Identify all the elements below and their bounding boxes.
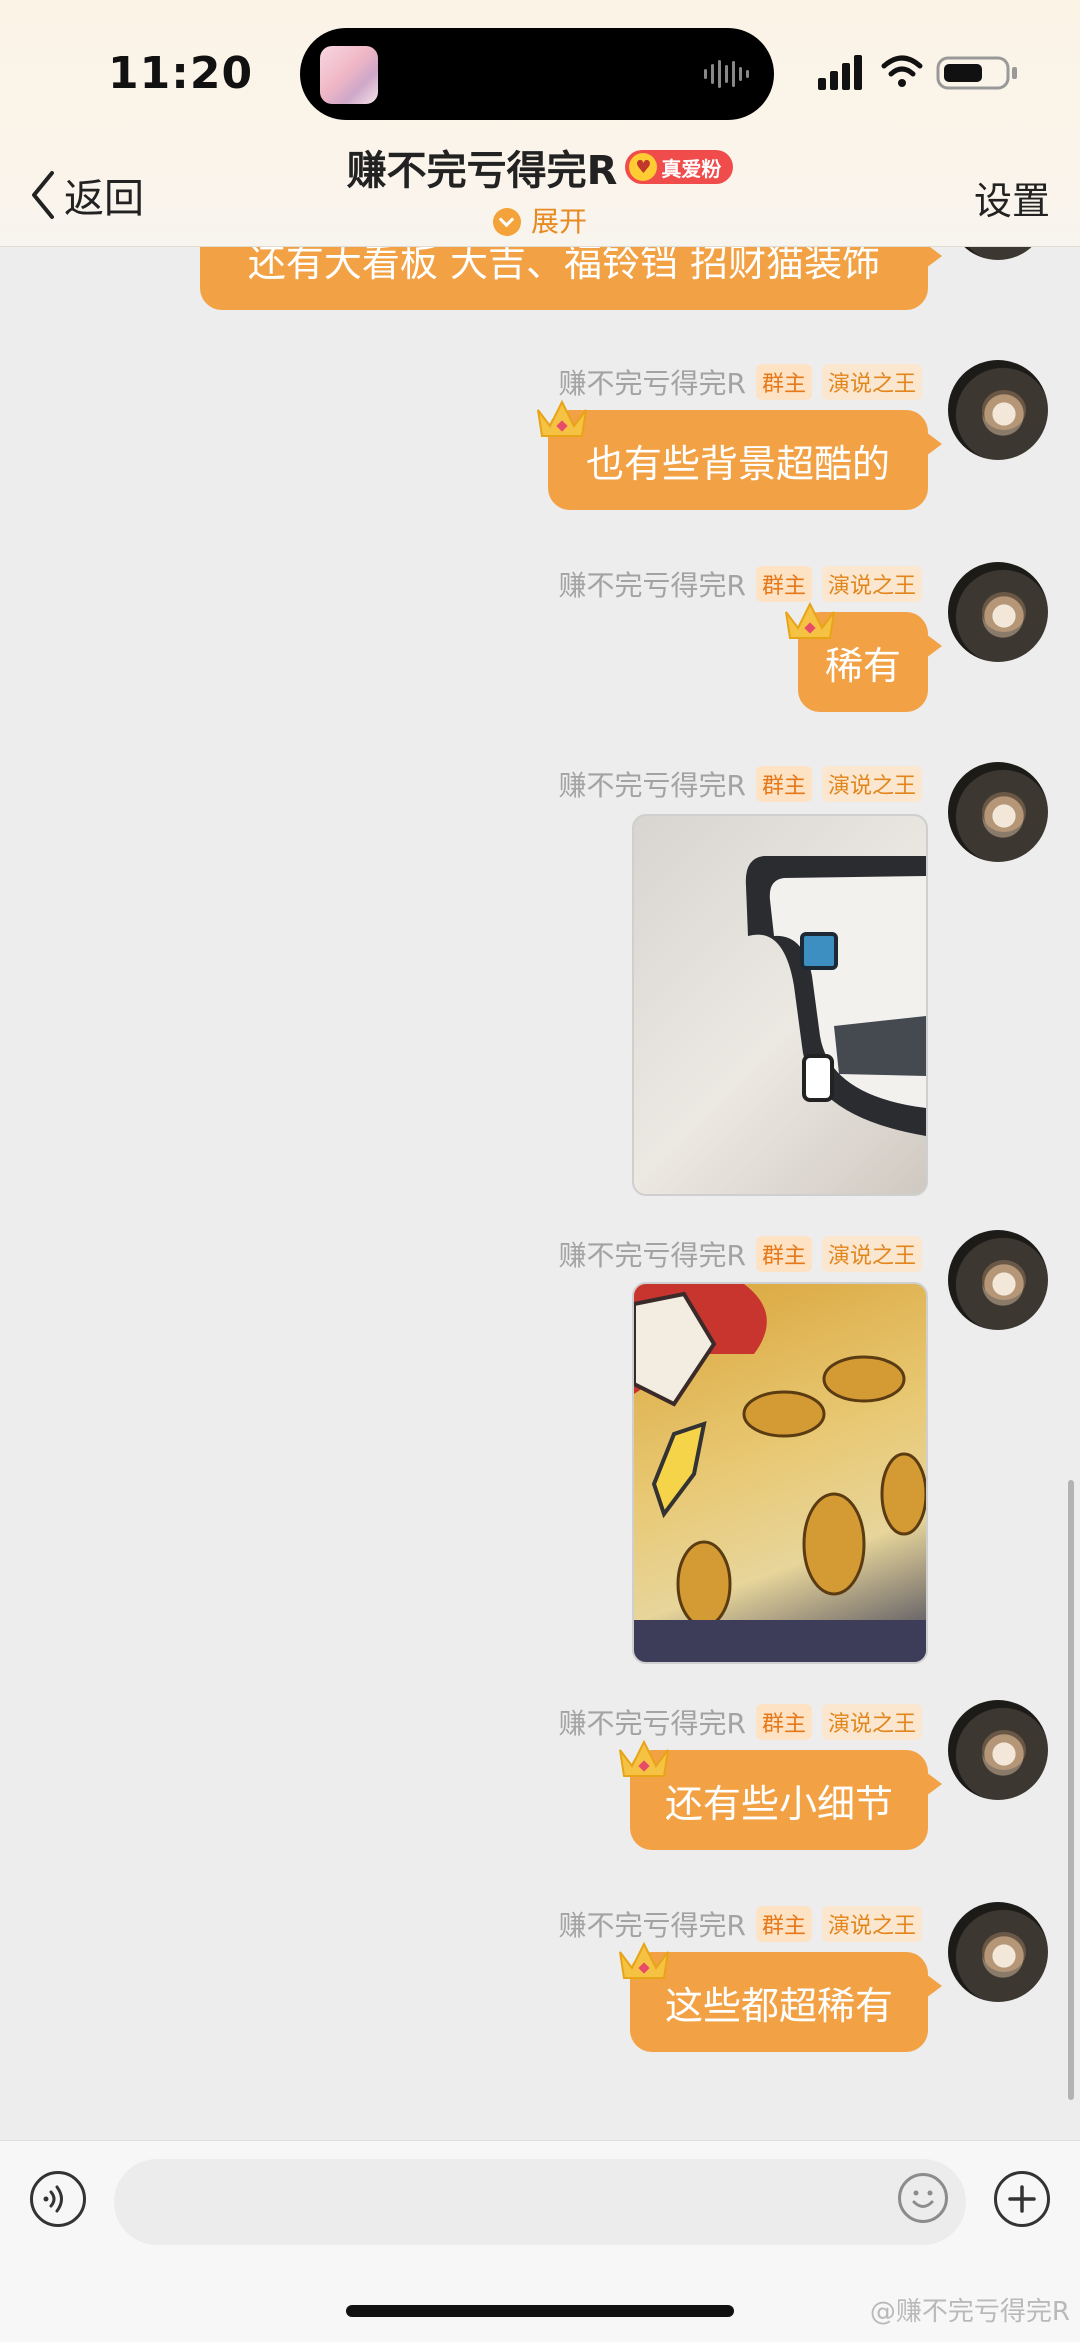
crown-icon [619,1941,669,1979]
voice-button[interactable] [30,2171,86,2227]
title-tag: 演说之王 [821,1906,922,1942]
emoji-button[interactable] [898,2173,948,2223]
expand-label: 展开 [530,205,587,238]
role-tag-owner: 群主 [755,566,812,602]
avatar[interactable] [948,762,1048,862]
message-input[interactable] [114,2159,966,2245]
chat-header: 11:20 返回 赚不完亏得完R ♥ 真爱粉 展开 设置 [0,0,1080,247]
voice-icon [43,2185,63,2213]
role-tag-owner: 群主 [755,1906,812,1942]
message-text: 这些都超稀有 [664,1983,893,2028]
avatar[interactable] [948,562,1048,662]
crown-icon [619,1739,669,1777]
image-message[interactable] [632,1282,928,1664]
message-text: 还有些小细节 [664,1781,893,1826]
sender-name: 赚不完亏得完R [558,769,746,802]
fan-badge: ♥ 真爱粉 [625,150,734,184]
watermark: @赚不完亏得完R [869,2297,1070,2327]
smile-icon [912,2190,934,2208]
avatar[interactable] [948,360,1048,460]
heart-v-icon: ♥ [629,153,658,181]
crown-icon [785,601,835,639]
avatar[interactable] [948,1902,1048,2002]
photo-content [745,856,926,1136]
scrollbar[interactable] [1068,1480,1074,2100]
crown-icon [537,399,587,437]
battery-icon [936,56,1017,90]
input-bar: @赚不完亏得完R [0,2140,1080,2342]
image-message[interactable] [632,814,928,1196]
message-bubble[interactable]: 这些都超稀有 [630,1952,942,2052]
message-text: 稀有 [824,643,901,688]
title-tag: 演说之王 [821,766,922,802]
title-tag: 演说之王 [821,566,922,602]
plus-icon [1008,2185,1036,2213]
sender-name: 赚不完亏得完R [558,569,746,602]
sender-name: 赚不完亏得完R [558,1239,746,1272]
role-tag-owner: 群主 [755,1236,812,1272]
status-time: 11:20 [108,48,254,99]
status-icons [818,55,1017,90]
sender-row: 赚不完亏得完R 群主 演说之王 [558,564,922,604]
fan-badge-label: 真爱粉 [661,156,722,181]
settings-button[interactable]: 设置 [974,170,1050,225]
expand-button[interactable]: 展开 [0,200,1080,240]
chat-title[interactable]: 赚不完亏得完R ♥ 真爱粉 [347,138,734,196]
avatar[interactable] [948,1230,1048,1330]
signal-icon [818,55,862,90]
role-tag-owner: 群主 [755,364,812,400]
avatar[interactable] [948,1700,1048,1800]
title-tag: 演说之王 [821,1236,922,1272]
sender-row: 赚不完亏得完R 群主 演说之王 [558,1234,922,1274]
dynamic-island[interactable] [300,28,774,120]
message-text: 也有些背景超酷的 [585,441,890,486]
sender-row: 赚不完亏得完R 群主 演说之王 [559,362,922,402]
wifi-icon [881,55,923,77]
sender-row: 赚不完亏得完R 群主 演说之王 [559,1702,922,1742]
sender-row: 赚不完亏得完R 群主 演说之王 [559,1904,922,1944]
home-indicator[interactable] [346,2305,734,2317]
message-bubble[interactable]: 也有些背景超酷的 [548,410,942,510]
chevron-down-icon [492,208,521,236]
now-playing-thumbnail [320,46,378,104]
message-bubble[interactable]: 还有些小细节 [630,1750,942,1850]
chat-title-text: 赚不完亏得完R [346,148,618,194]
sender-row: 赚不完亏得完R 群主 演说之王 [558,764,922,804]
photo-content [634,1284,926,1662]
audio-wave-icon [704,60,749,88]
role-tag-owner: 群主 [755,1704,812,1740]
more-button[interactable] [994,2171,1050,2227]
role-tag-owner: 群主 [755,766,812,802]
title-tag: 演说之王 [821,364,922,400]
title-tag: 演说之王 [821,1704,922,1740]
